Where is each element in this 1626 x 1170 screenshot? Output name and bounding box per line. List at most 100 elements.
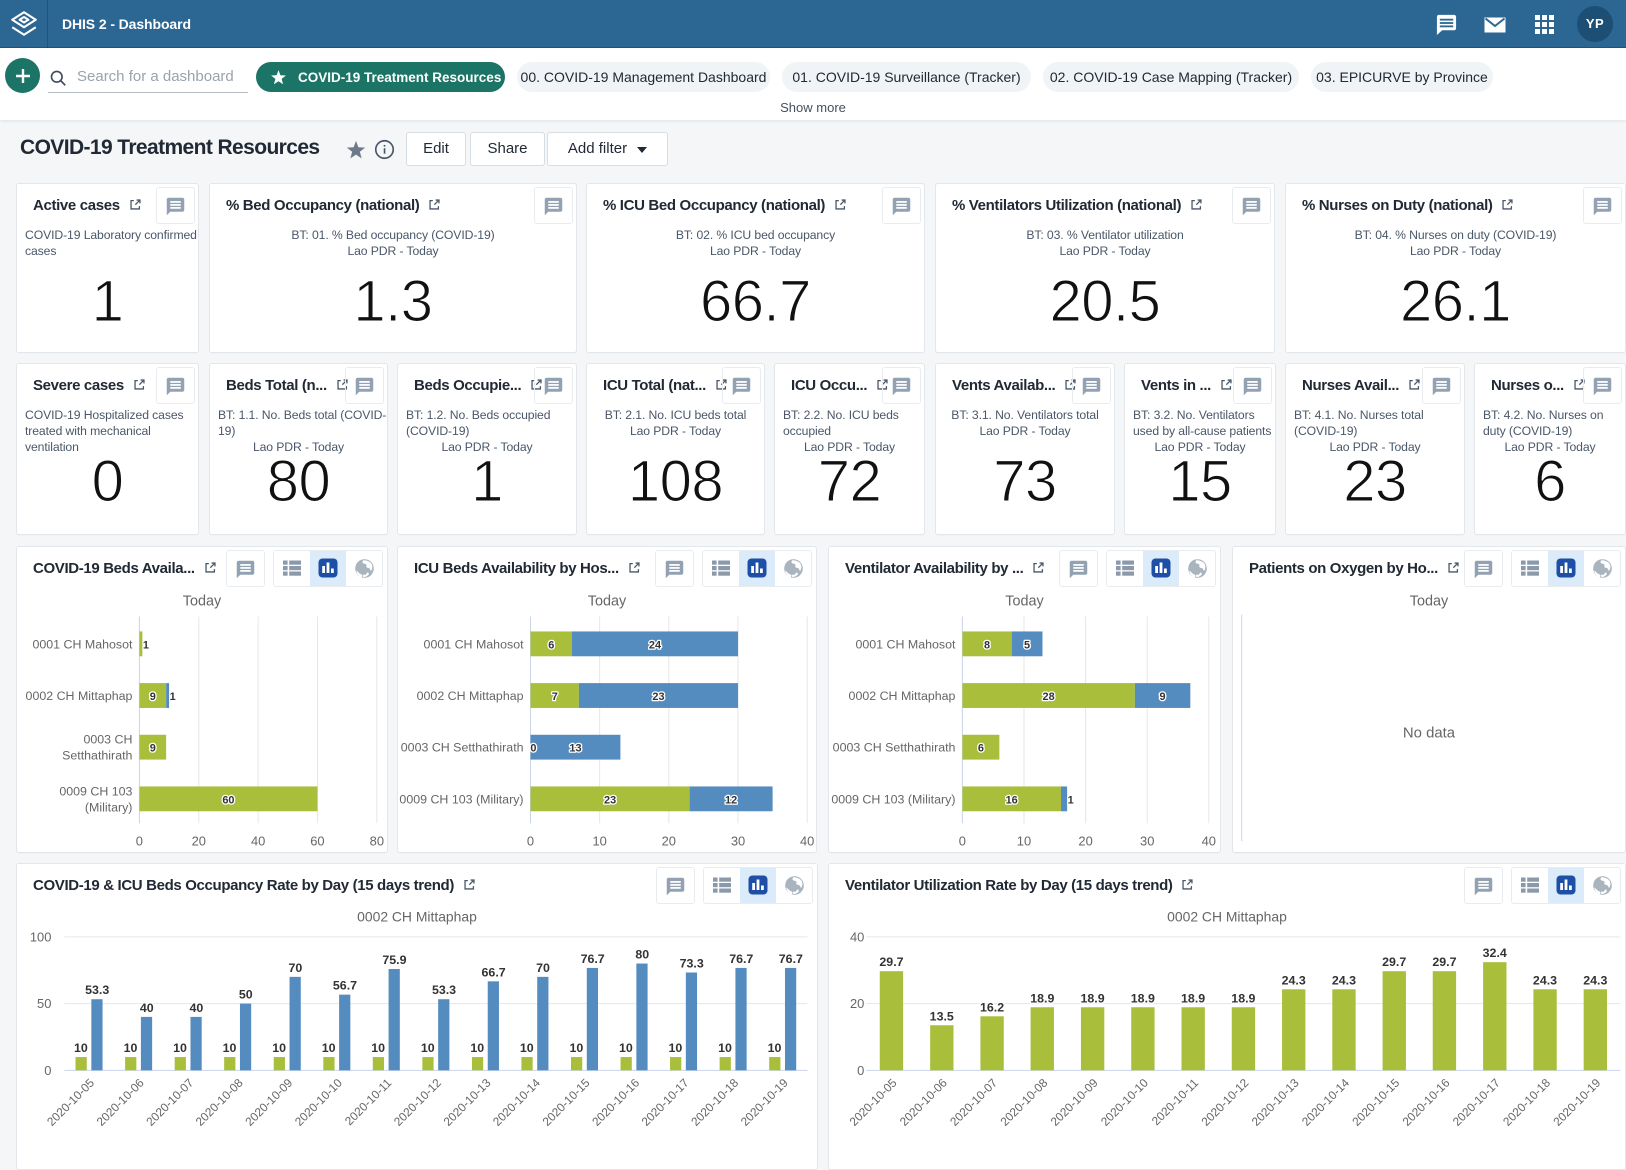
svg-text:23: 23 [652, 691, 664, 703]
svg-text:2020-10-19: 2020-10-19 [1550, 1076, 1603, 1129]
svg-text:2020-10-18: 2020-10-18 [688, 1076, 741, 1129]
svg-text:10: 10 [322, 1041, 336, 1055]
svg-text:10: 10 [74, 1041, 88, 1055]
svg-text:24.3: 24.3 [1583, 973, 1607, 987]
svg-text:0009 CH 103: 0009 CH 103 [59, 784, 132, 798]
svg-text:1: 1 [170, 691, 176, 703]
svg-text:73.3: 73.3 [680, 957, 704, 971]
svg-text:0: 0 [44, 1063, 51, 1078]
svg-text:2020-10-10: 2020-10-10 [1098, 1076, 1151, 1129]
svg-text:No data: No data [1403, 726, 1456, 742]
svg-text:2020-10-08: 2020-10-08 [997, 1076, 1050, 1129]
svg-text:10: 10 [768, 1041, 782, 1055]
svg-text:1: 1 [1068, 794, 1074, 806]
svg-text:2020-10-05: 2020-10-05 [847, 1076, 900, 1129]
svg-text:60: 60 [310, 834, 324, 849]
svg-text:53.3: 53.3 [432, 983, 456, 997]
svg-text:30: 30 [731, 834, 745, 849]
svg-text:0003 CH Setthathirath: 0003 CH Setthathirath [401, 741, 524, 755]
svg-text:50: 50 [37, 996, 51, 1011]
svg-text:24.3: 24.3 [1533, 973, 1557, 987]
svg-text:2020-10-18: 2020-10-18 [1500, 1076, 1553, 1129]
svg-text:(Military): (Military) [85, 800, 133, 814]
svg-text:2020-10-19: 2020-10-19 [738, 1076, 791, 1129]
svg-text:76.7: 76.7 [779, 952, 803, 966]
svg-text:18.9: 18.9 [1081, 991, 1105, 1005]
svg-text:20: 20 [1078, 834, 1092, 849]
svg-text:20: 20 [192, 834, 206, 849]
svg-text:2020-10-13: 2020-10-13 [1249, 1076, 1302, 1129]
svg-text:2020-10-15: 2020-10-15 [540, 1076, 593, 1129]
svg-text:7: 7 [552, 691, 558, 703]
svg-text:0: 0 [530, 743, 536, 755]
svg-text:0001 CH Mahosot: 0001 CH Mahosot [855, 637, 956, 651]
svg-text:60: 60 [222, 794, 234, 806]
svg-text:2020-10-06: 2020-10-06 [94, 1076, 147, 1129]
svg-text:100: 100 [30, 929, 52, 944]
svg-text:24.3: 24.3 [1282, 973, 1306, 987]
svg-text:2020-10-12: 2020-10-12 [391, 1076, 444, 1129]
svg-text:Today: Today [1410, 594, 1449, 610]
svg-text:10: 10 [371, 1041, 385, 1055]
svg-text:2020-10-11: 2020-10-11 [342, 1076, 395, 1129]
svg-text:18.9: 18.9 [1181, 991, 1205, 1005]
svg-text:Today: Today [588, 594, 627, 610]
svg-text:0009 CH 103 (Military): 0009 CH 103 (Military) [399, 792, 523, 806]
svg-text:6: 6 [548, 639, 554, 651]
svg-text:Setthathirath: Setthathirath [62, 749, 132, 763]
svg-text:2020-10-14: 2020-10-14 [490, 1076, 543, 1129]
svg-text:18.9: 18.9 [1231, 991, 1255, 1005]
svg-text:76.7: 76.7 [729, 952, 753, 966]
svg-text:2020-10-07: 2020-10-07 [947, 1076, 1000, 1129]
svg-text:2020-10-06: 2020-10-06 [897, 1076, 950, 1129]
svg-text:1: 1 [143, 639, 149, 651]
svg-text:2020-10-17: 2020-10-17 [1450, 1076, 1503, 1129]
svg-text:2020-10-09: 2020-10-09 [242, 1076, 295, 1129]
svg-text:28: 28 [1043, 691, 1055, 703]
svg-text:29.7: 29.7 [1382, 955, 1406, 969]
svg-text:16: 16 [1006, 794, 1018, 806]
svg-text:10: 10 [223, 1041, 237, 1055]
svg-text:2020-10-14: 2020-10-14 [1299, 1076, 1352, 1129]
svg-text:10: 10 [520, 1041, 534, 1055]
svg-text:40: 40 [189, 1001, 203, 1015]
svg-text:32.4: 32.4 [1483, 946, 1507, 960]
svg-text:0: 0 [527, 834, 534, 849]
svg-text:0001 CH Mahosot: 0001 CH Mahosot [424, 637, 525, 651]
svg-text:53.3: 53.3 [85, 983, 109, 997]
svg-text:10: 10 [569, 1041, 583, 1055]
svg-text:24: 24 [649, 639, 661, 651]
svg-text:29.7: 29.7 [1432, 955, 1456, 969]
svg-text:66.7: 66.7 [482, 965, 506, 979]
svg-text:70: 70 [288, 961, 302, 975]
svg-text:9: 9 [150, 691, 156, 703]
svg-text:10: 10 [718, 1041, 732, 1055]
svg-text:70: 70 [536, 961, 550, 975]
svg-text:23: 23 [604, 794, 616, 806]
svg-text:0: 0 [857, 1063, 864, 1078]
svg-text:2020-10-05: 2020-10-05 [44, 1076, 97, 1129]
svg-text:0009 CH 103 (Military): 0009 CH 103 (Military) [831, 792, 955, 806]
svg-text:0: 0 [959, 834, 966, 849]
svg-text:0003 CH Setthathirath: 0003 CH Setthathirath [833, 741, 956, 755]
svg-text:10: 10 [668, 1041, 682, 1055]
svg-text:2020-10-13: 2020-10-13 [441, 1076, 494, 1129]
svg-text:2020-10-15: 2020-10-15 [1349, 1076, 1402, 1129]
svg-text:9: 9 [150, 743, 156, 755]
svg-text:20: 20 [662, 834, 676, 849]
svg-text:16.2: 16.2 [980, 1000, 1004, 1014]
svg-text:80: 80 [635, 948, 649, 962]
svg-text:13: 13 [569, 743, 581, 755]
svg-text:2020-10-16: 2020-10-16 [1400, 1076, 1453, 1129]
svg-text:0002 CH Mittaphap: 0002 CH Mittaphap [357, 909, 477, 925]
svg-text:40: 40 [800, 834, 814, 849]
svg-text:75.9: 75.9 [382, 953, 406, 967]
svg-text:10: 10 [1017, 834, 1031, 849]
svg-text:10: 10 [272, 1041, 286, 1055]
svg-text:2020-10-12: 2020-10-12 [1199, 1076, 1252, 1129]
svg-text:0001 CH Mahosot: 0001 CH Mahosot [32, 637, 133, 651]
svg-text:2020-10-09: 2020-10-09 [1048, 1076, 1101, 1129]
svg-text:9: 9 [1160, 691, 1166, 703]
svg-text:20: 20 [850, 996, 864, 1011]
svg-text:0002 CH Mittaphap: 0002 CH Mittaphap [849, 689, 956, 703]
